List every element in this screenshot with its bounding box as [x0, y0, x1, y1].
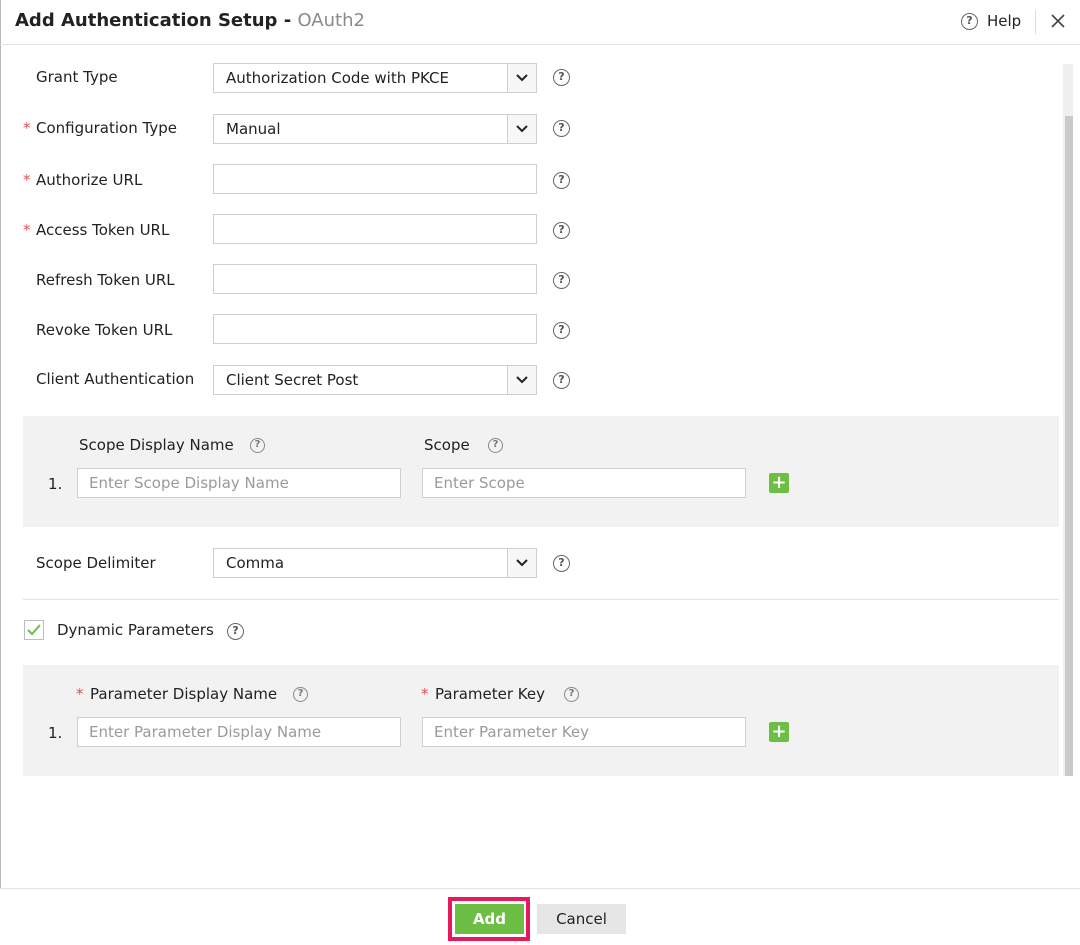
required-marker: *	[23, 119, 31, 137]
access-token-url-input[interactable]	[213, 214, 537, 244]
client-authentication-value: Client Secret Post	[226, 371, 359, 389]
parameter-key-input[interactable]: Enter Parameter Key	[422, 717, 746, 747]
authorize-url-label: Authorize URL	[36, 171, 143, 189]
client-authentication-help-icon[interactable]: ?	[553, 372, 570, 389]
authorize-url-help-icon[interactable]: ?	[553, 172, 570, 189]
window-edge	[0, 0, 1, 944]
scrollbar-thumb[interactable]	[1065, 116, 1073, 776]
dynamic-parameters-checkbox[interactable]	[24, 620, 44, 640]
scope-header: Scope	[424, 436, 470, 454]
scope-delimiter-help-icon[interactable]: ?	[553, 555, 570, 572]
cancel-button[interactable]: Cancel	[537, 904, 626, 934]
add-parameter-plus-icon[interactable]: +	[769, 722, 789, 742]
revoke-token-url-help-icon[interactable]: ?	[553, 322, 570, 339]
client-authentication-select[interactable]: Client Secret Post	[213, 365, 537, 395]
dialog-title-text: Add Authentication Setup -	[15, 10, 298, 31]
parameter-panel: * Parameter Display Name ? * Parameter K…	[23, 665, 1059, 776]
scope-delimiter-value: Comma	[226, 554, 285, 572]
scope-display-name-header: Scope Display Name	[79, 436, 234, 454]
checkmark-icon	[27, 624, 41, 636]
required-marker: *	[421, 685, 429, 703]
grant-type-label: Grant Type	[36, 68, 118, 86]
configuration-type-help-icon[interactable]: ?	[553, 120, 570, 137]
help-label: Help	[987, 12, 1022, 30]
dialog-header: Add Authentication Setup - OAuth2 ? Help	[0, 0, 1080, 45]
grant-type-select[interactable]: Authorization Code with PKCE	[213, 63, 537, 93]
parameter-display-name-input[interactable]: Enter Parameter Display Name	[77, 717, 401, 747]
parameter-key-placeholder: Enter Parameter Key	[434, 723, 590, 741]
scope-placeholder: Enter Scope	[434, 474, 525, 492]
scope-input[interactable]: Enter Scope	[422, 468, 746, 498]
scope-delimiter-select[interactable]: Comma	[213, 548, 537, 578]
parameter-key-header: Parameter Key	[435, 685, 546, 703]
required-marker: *	[23, 221, 31, 239]
grant-type-help-icon[interactable]: ?	[553, 69, 570, 86]
scope-display-name-help-icon[interactable]: ?	[250, 438, 265, 453]
refresh-token-url-label: Refresh Token URL	[36, 271, 175, 289]
parameter-display-name-placeholder: Enter Parameter Display Name	[89, 723, 322, 741]
authorize-url-input[interactable]	[213, 164, 537, 194]
section-divider	[23, 599, 1059, 600]
configuration-type-select[interactable]: Manual	[213, 114, 537, 144]
revoke-token-url-label: Revoke Token URL	[36, 321, 173, 339]
dialog-subtitle: OAuth2	[297, 10, 365, 31]
parameter-display-name-help-icon[interactable]: ?	[293, 687, 308, 702]
access-token-url-help-icon[interactable]: ?	[553, 222, 570, 239]
revoke-token-url-input[interactable]	[213, 314, 537, 344]
dynamic-parameters-help-icon[interactable]: ?	[227, 623, 244, 640]
add-scope-plus-icon[interactable]: +	[769, 473, 789, 493]
configuration-type-label: Configuration Type	[36, 119, 177, 137]
dialog-title: Add Authentication Setup - OAuth2	[15, 10, 365, 31]
access-token-url-label: Access Token URL	[36, 221, 170, 239]
help-link[interactable]: ? Help	[961, 12, 1021, 30]
configuration-type-value: Manual	[226, 120, 281, 138]
refresh-token-url-help-icon[interactable]: ?	[553, 272, 570, 289]
grant-type-value: Authorization Code with PKCE	[226, 69, 450, 87]
parameter-key-help-icon[interactable]: ?	[564, 687, 579, 702]
scope-panel: Scope Display Name ? Scope ? 1. Enter Sc…	[23, 416, 1059, 527]
scope-row-number: 1.	[48, 475, 63, 493]
refresh-token-url-input[interactable]	[213, 264, 537, 294]
required-marker: *	[76, 685, 84, 703]
chevron-down-icon	[507, 366, 536, 394]
required-marker: *	[23, 171, 31, 189]
parameter-display-name-header: Parameter Display Name	[90, 685, 278, 703]
parameter-row-number: 1.	[48, 724, 63, 742]
scope-delimiter-label: Scope Delimiter	[36, 554, 156, 572]
scope-display-name-placeholder: Enter Scope Display Name	[89, 474, 289, 492]
scope-help-icon[interactable]: ?	[488, 438, 503, 453]
dynamic-parameters-label: Dynamic Parameters	[57, 621, 214, 639]
chevron-down-icon	[507, 549, 536, 577]
header-divider	[1035, 10, 1036, 34]
chevron-down-icon	[507, 115, 536, 143]
chevron-down-icon	[507, 64, 536, 92]
scope-display-name-input[interactable]: Enter Scope Display Name	[77, 468, 401, 498]
help-icon: ?	[961, 12, 978, 30]
close-icon[interactable]	[1048, 11, 1068, 31]
client-authentication-label: Client Authentication	[36, 370, 195, 388]
add-button[interactable]: Add	[455, 904, 524, 934]
